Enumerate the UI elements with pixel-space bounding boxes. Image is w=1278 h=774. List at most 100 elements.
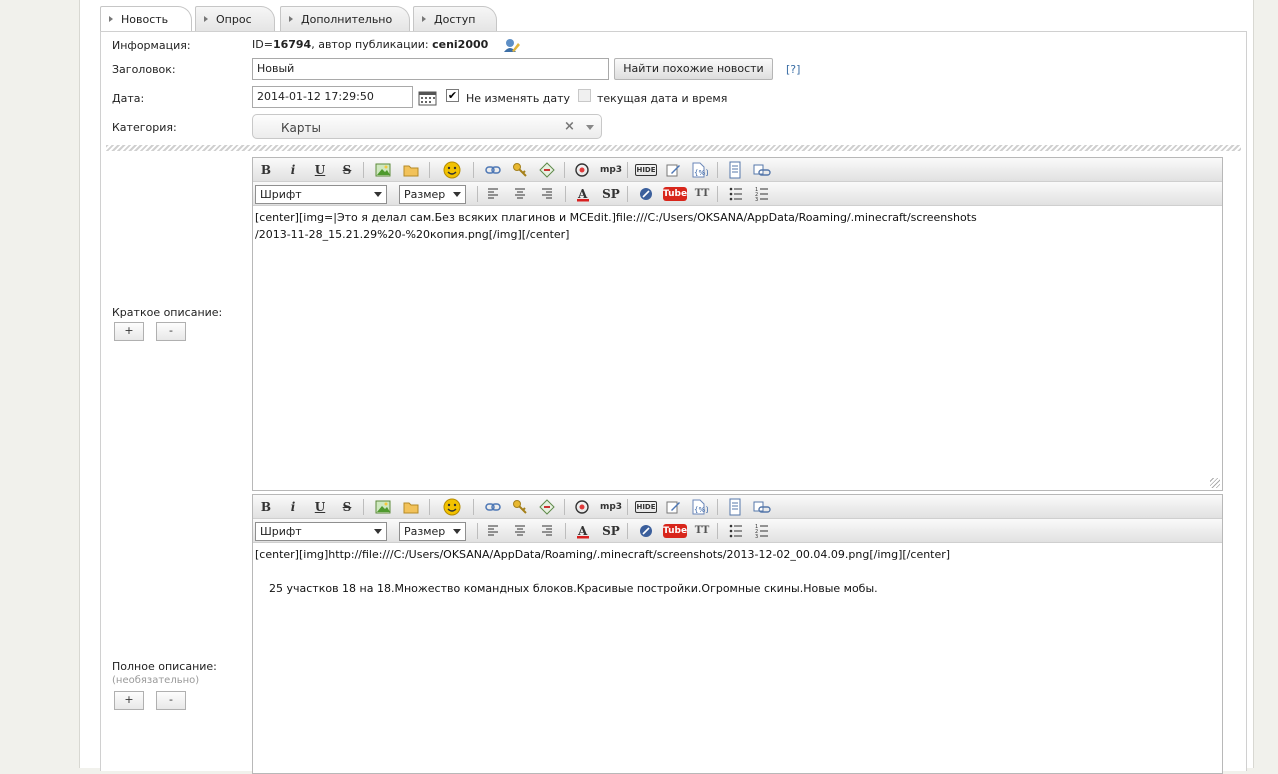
tab-additional[interactable]: Дополнительно [280, 6, 410, 32]
toolbar-separator [429, 499, 430, 515]
italic-button[interactable]: i [283, 160, 303, 180]
mp3-button[interactable]: mp3 [599, 160, 623, 180]
flash-icon[interactable] [639, 187, 653, 201]
short-collapse-button[interactable]: - [156, 322, 186, 341]
bold-button[interactable]: B [256, 497, 276, 517]
unlink-icon[interactable] [539, 499, 555, 515]
align-center-icon[interactable] [514, 188, 526, 200]
italic-button[interactable]: i [283, 497, 303, 517]
full-description-textarea[interactable]: [center][img]http://file:///C:/Users/OKS… [253, 545, 1222, 773]
media-icon[interactable] [575, 500, 589, 514]
folder-icon[interactable] [403, 499, 420, 515]
current-date-checkbox[interactable] [578, 89, 591, 102]
font-select-value: Шрифт [260, 525, 302, 538]
tab-label: Новость [121, 13, 169, 26]
toolbar-separator [565, 523, 566, 539]
info-label: Информация: [112, 39, 191, 52]
code-icon[interactable]: {%} [690, 498, 708, 516]
align-left-icon[interactable] [487, 525, 499, 537]
folder-icon[interactable] [403, 162, 420, 178]
short-expand-button[interactable]: + [114, 322, 144, 341]
svg-text:A: A [577, 524, 588, 538]
spoiler-button[interactable]: SP [600, 184, 622, 204]
key-icon[interactable] [512, 499, 528, 515]
clear-category-icon[interactable]: × [564, 119, 575, 134]
edit-icon[interactable] [665, 499, 681, 515]
page-break-icon[interactable] [728, 161, 742, 179]
edit-user-icon[interactable] [503, 38, 520, 53]
date-input[interactable]: 2014-01-12 17:29:50 [252, 86, 413, 108]
bold-button[interactable]: B [256, 160, 276, 180]
svg-text:{%}: {%} [694, 506, 708, 514]
numbered-list-icon[interactable]: 123 [755, 524, 769, 538]
edit-icon[interactable] [665, 162, 681, 178]
size-select-value: Размер [404, 188, 446, 201]
toolbar-separator [429, 162, 430, 178]
underline-button[interactable]: U [310, 497, 330, 517]
full-expand-button[interactable]: + [114, 691, 144, 710]
category-value: Карты [281, 121, 321, 135]
numbered-list-icon[interactable]: 123 [755, 187, 769, 201]
hide-button[interactable]: HIDE [635, 501, 657, 513]
align-left-icon[interactable] [487, 188, 499, 200]
calendar-icon[interactable] [418, 90, 438, 106]
youtube-button[interactable]: Tube [663, 524, 687, 538]
title-input[interactable]: Новый [252, 58, 609, 80]
hide-button[interactable]: HIDE [635, 164, 657, 176]
align-center-icon[interactable] [514, 525, 526, 537]
align-right-icon[interactable] [541, 188, 553, 200]
text-color-icon[interactable]: A [575, 523, 591, 539]
key-icon[interactable] [512, 162, 528, 178]
tab-arrow-icon [422, 16, 426, 22]
typewriter-button[interactable]: TT [693, 521, 711, 541]
font-select[interactable]: Шрифт [255, 522, 387, 541]
size-select[interactable]: Размер [399, 185, 466, 204]
underline-button[interactable]: U [310, 160, 330, 180]
size-select-value: Размер [404, 525, 446, 538]
chevron-down-icon[interactable] [586, 125, 594, 130]
help-link[interactable]: [?] [786, 63, 800, 76]
find-similar-button[interactable]: Найти похожие новости [614, 58, 773, 80]
font-select[interactable]: Шрифт [255, 185, 387, 204]
short-description-textarea[interactable]: [center][img=|Это я делал сам.Без всяких… [253, 208, 1222, 490]
smiley-icon[interactable] [443, 498, 461, 516]
size-select[interactable]: Размер [399, 522, 466, 541]
page-right-margin [1253, 0, 1278, 768]
full-collapse-button[interactable]: - [156, 691, 186, 710]
tab-news[interactable]: Новость [100, 6, 192, 33]
image-icon[interactable] [375, 162, 391, 178]
bullet-list-icon[interactable] [729, 524, 743, 538]
flash-icon[interactable] [639, 524, 653, 538]
toolbar-separator [627, 186, 628, 202]
image-icon[interactable] [375, 499, 391, 515]
unlink-icon[interactable] [539, 162, 555, 178]
media-icon[interactable] [575, 163, 589, 177]
youtube-button[interactable]: Tube [663, 187, 687, 201]
page-break-icon[interactable] [728, 498, 742, 516]
keep-date-checkbox[interactable]: ✔ [446, 89, 459, 102]
spoiler-button[interactable]: SP [600, 521, 622, 541]
code-icon[interactable]: {%} [690, 161, 708, 179]
toolbar-separator [717, 499, 718, 515]
link-icon[interactable] [485, 163, 501, 177]
strike-button[interactable]: S [337, 160, 357, 180]
typewriter-button[interactable]: TT [693, 184, 711, 204]
align-right-icon[interactable] [541, 525, 553, 537]
tab-access[interactable]: Доступ [413, 6, 497, 32]
svg-text:3: 3 [755, 534, 758, 538]
text-color-icon[interactable]: A [575, 186, 591, 202]
resize-handle[interactable] [1210, 478, 1220, 488]
mp3-button[interactable]: mp3 [599, 497, 623, 517]
strike-button[interactable]: S [337, 497, 357, 517]
page-link-icon[interactable] [753, 499, 771, 515]
tab-label: Доступ [434, 13, 476, 26]
category-select[interactable]: Карты × [252, 114, 602, 139]
bullet-list-icon[interactable] [729, 187, 743, 201]
smiley-icon[interactable] [443, 161, 461, 179]
tab-arrow-icon [109, 16, 113, 22]
link-icon[interactable] [485, 500, 501, 514]
editor-toolbar-row-2: Шрифт Размер A SP Tube TT 123 [253, 182, 1222, 206]
page-link-icon[interactable] [753, 162, 771, 178]
tab-poll[interactable]: Опрос [195, 6, 275, 32]
toolbar-separator [627, 162, 628, 178]
